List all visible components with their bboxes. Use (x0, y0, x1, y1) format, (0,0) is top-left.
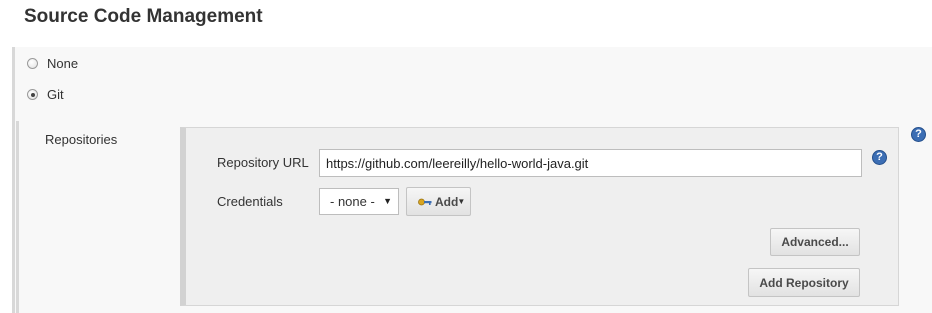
scm-config-page: Source Code Management None Git Reposito… (0, 0, 932, 313)
scm-option-git[interactable]: Git (27, 87, 64, 102)
add-credentials-label: Add (435, 194, 459, 209)
scm-option-none-label: None (47, 56, 79, 71)
radio-none[interactable] (27, 58, 38, 69)
add-repository-button[interactable]: Add Repository (748, 268, 860, 297)
dropdown-arrow-icon: ▼ (383, 196, 392, 206)
section-title: Source Code Management (24, 6, 263, 27)
help-icon-glyph: ? (915, 128, 922, 140)
help-icon-glyph: ? (876, 151, 883, 163)
radio-git[interactable] (27, 89, 38, 100)
add-credentials-button[interactable]: Add ▼ (406, 187, 471, 216)
credentials-label: Credentials (217, 194, 283, 209)
credentials-selected-value: - none - (330, 194, 375, 209)
scm-option-none[interactable]: None (27, 56, 78, 71)
advanced-button[interactable]: Advanced... (770, 228, 860, 256)
key-icon (418, 198, 432, 206)
help-icon[interactable]: ? (872, 150, 887, 165)
repository-url-label: Repository URL (217, 155, 309, 170)
help-icon[interactable]: ? (911, 127, 926, 142)
repository-url-input[interactable] (319, 149, 862, 177)
credentials-select[interactable]: - none - ▼ (319, 188, 399, 215)
repositories-label: Repositories (45, 132, 118, 147)
chevron-down-icon: ▼ (457, 197, 466, 206)
scm-option-git-label: Git (47, 87, 64, 102)
